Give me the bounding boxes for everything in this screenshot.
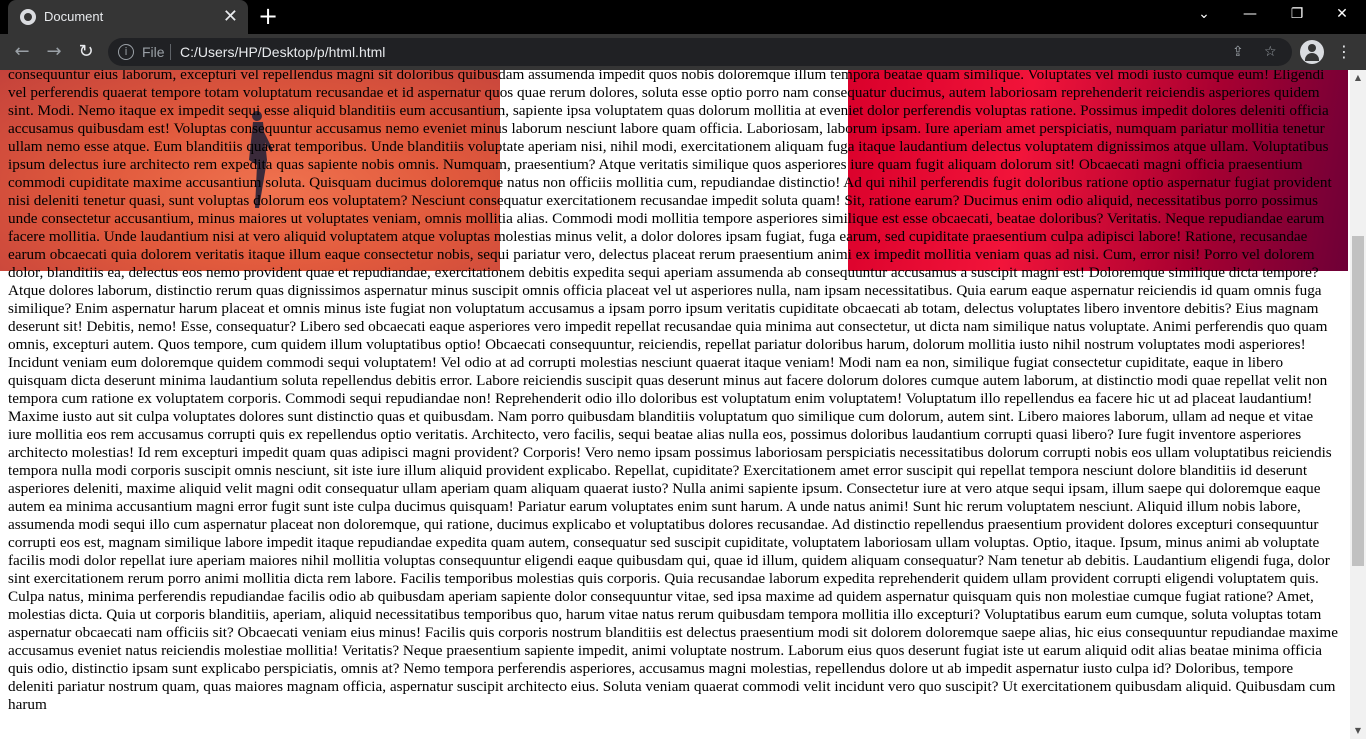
protocol-label: File (142, 44, 165, 60)
restore-button[interactable]: ❐ (1285, 6, 1309, 26)
scroll-up-arrow-icon[interactable]: ▲ (1350, 70, 1366, 86)
scrollbar-thumb[interactable] (1352, 236, 1364, 566)
browser-tab-strip: Document ✕ + ⌄ — ❐ ✕ (0, 0, 1366, 34)
tab-search-icon[interactable]: ⌄ (1192, 6, 1216, 26)
body-paragraph: consequuntur eius laborum, excepturi vel… (8, 70, 1338, 713)
minimize-button[interactable]: — (1238, 6, 1262, 26)
forward-icon[interactable]: → (42, 41, 66, 63)
globe-icon (20, 9, 36, 25)
back-icon[interactable]: ← (10, 41, 34, 63)
tab-document[interactable]: Document ✕ (8, 0, 248, 34)
browser-toolbar: ← → ↻ i File C:/Users/HP/Desktop/p/html.… (0, 34, 1366, 70)
scroll-down-arrow-icon[interactable]: ▼ (1350, 723, 1366, 739)
tab-title: Document (44, 9, 104, 24)
info-icon[interactable]: i (118, 44, 134, 60)
page-viewport: consequuntur eius laborum, excepturi vel… (0, 70, 1350, 739)
vertical-scrollbar[interactable]: ▲ ▼ (1350, 70, 1366, 739)
address-bar[interactable]: i File C:/Users/HP/Desktop/p/html.html ⇪… (108, 38, 1292, 66)
close-window-button[interactable]: ✕ (1330, 6, 1354, 26)
profile-avatar[interactable] (1300, 40, 1324, 64)
tab-close-icon[interactable]: ✕ (223, 6, 238, 26)
kebab-menu-icon[interactable]: ⋮ (1336, 42, 1352, 61)
share-icon[interactable]: ⇪ (1232, 44, 1244, 60)
new-tab-button[interactable]: + (258, 4, 278, 28)
bookmark-star-icon[interactable]: ☆ (1264, 44, 1277, 60)
address-divider (170, 44, 171, 60)
url-text[interactable]: C:/Users/HP/Desktop/p/html.html (180, 44, 385, 60)
reload-icon[interactable]: ↻ (74, 41, 98, 63)
